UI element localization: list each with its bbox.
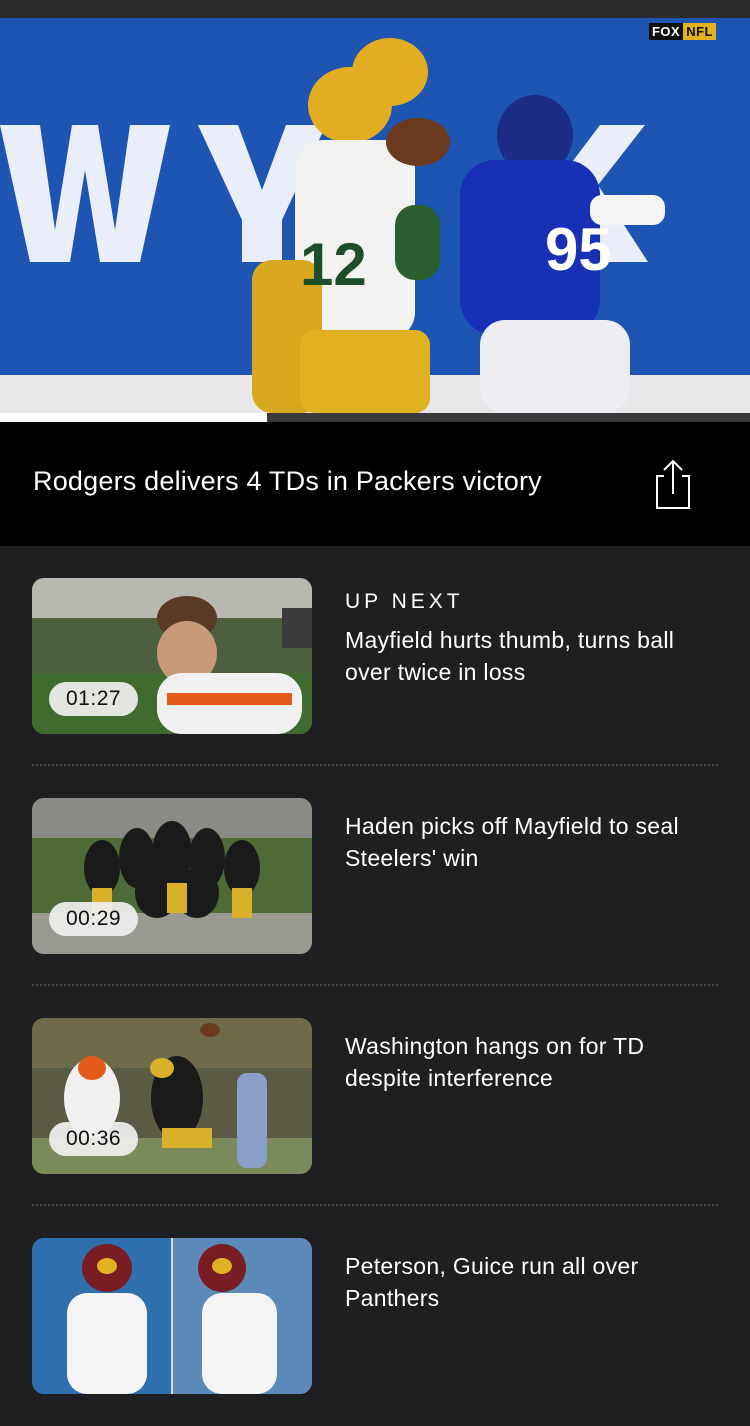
video-frame: 95 12 bbox=[0, 0, 750, 413]
video-title: Mayfield hurts thumb, turns ball over tw… bbox=[345, 627, 675, 685]
list-item[interactable]: 00:36 Washington hangs on for TD despite… bbox=[32, 1018, 718, 1206]
thumbnail-image bbox=[32, 1238, 312, 1394]
video-player[interactable]: 95 12 FOX NFL bbox=[0, 0, 750, 422]
duration-badge: 00:36 bbox=[49, 1122, 139, 1156]
video-thumbnail[interactable]: 01:27 bbox=[32, 578, 312, 734]
video-thumbnail[interactable] bbox=[32, 1238, 312, 1394]
nfl-logo-text: NFL bbox=[683, 22, 716, 40]
video-title: Peterson, Guice run all over Panthers bbox=[345, 1253, 639, 1311]
list-item[interactable]: Peterson, Guice run all over Panthers bbox=[32, 1238, 718, 1426]
now-playing-title: Rodgers delivers 4 TDs in Packers victor… bbox=[33, 466, 542, 496]
svg-text:95: 95 bbox=[545, 216, 612, 283]
divider bbox=[32, 764, 718, 766]
now-playing-bar: Rodgers delivers 4 TDs in Packers victor… bbox=[0, 422, 750, 546]
video-title: Haden picks off Mayfield to seal Steeler… bbox=[345, 813, 679, 871]
duration-badge: 01:27 bbox=[49, 682, 139, 716]
up-next-label: UP NEXT bbox=[345, 590, 464, 613]
list-item[interactable]: 00:29 Haden picks off Mayfield to seal S… bbox=[32, 798, 718, 986]
list-item[interactable]: 01:27 UP NEXT Mayfield hurts thumb, turn… bbox=[32, 578, 718, 766]
divider bbox=[32, 1204, 718, 1206]
share-button[interactable] bbox=[650, 458, 694, 510]
divider bbox=[32, 984, 718, 986]
share-icon bbox=[656, 459, 690, 509]
broadcast-logo: FOX NFL bbox=[648, 22, 716, 40]
svg-text:12: 12 bbox=[300, 231, 367, 298]
video-thumbnail[interactable]: 00:29 bbox=[32, 798, 312, 954]
fox-logo-text: FOX bbox=[648, 22, 684, 40]
duration-badge: 00:29 bbox=[49, 902, 139, 936]
video-progress-bar[interactable] bbox=[0, 413, 750, 422]
video-title: Washington hangs on for TD despite inter… bbox=[345, 1033, 645, 1091]
video-progress-fill bbox=[0, 413, 267, 422]
video-thumbnail[interactable]: 00:36 bbox=[32, 1018, 312, 1174]
